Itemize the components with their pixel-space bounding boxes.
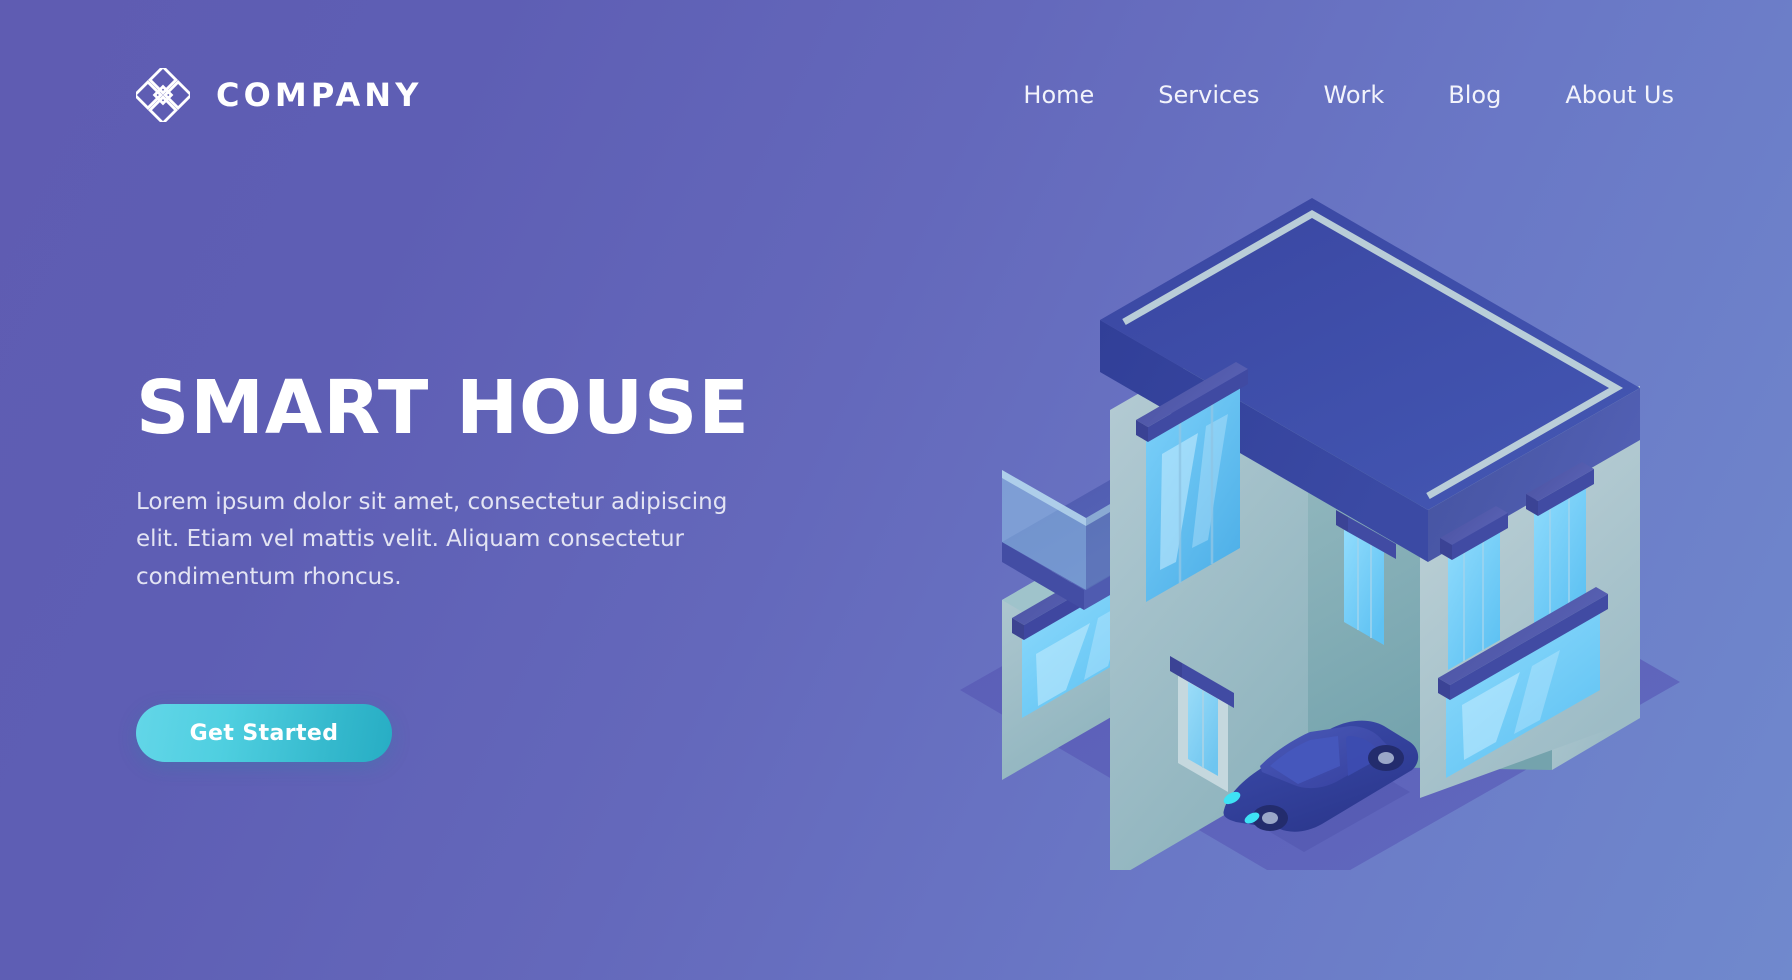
primary-navigation: Home Services Work Blog About Us <box>1023 73 1674 117</box>
brand-logo[interactable]: COMPANY <box>136 63 422 127</box>
nav-item-home[interactable]: Home <box>1023 73 1094 117</box>
hero-content: SMART HOUSE Lorem ipsum dolor sit amet, … <box>136 370 896 596</box>
nav-item-about-us[interactable]: About Us <box>1565 73 1674 117</box>
diamond-lattice-logo-icon <box>136 68 190 122</box>
isometric-smart-house-illustration <box>940 170 1700 870</box>
page-title: SMART HOUSE <box>136 365 750 451</box>
brand-name: COMPANY <box>216 76 423 114</box>
nav-item-blog[interactable]: Blog <box>1448 73 1501 117</box>
nav-item-work[interactable]: Work <box>1324 73 1385 117</box>
site-header: COMPANY Home Services Work Blog About Us <box>0 0 1792 190</box>
get-started-button[interactable]: Get Started <box>136 704 392 762</box>
hero-description: Lorem ipsum dolor sit amet, consectetur … <box>136 489 728 590</box>
landing-page: COMPANY Home Services Work Blog About Us… <box>0 0 1792 980</box>
nav-item-services[interactable]: Services <box>1158 73 1259 117</box>
